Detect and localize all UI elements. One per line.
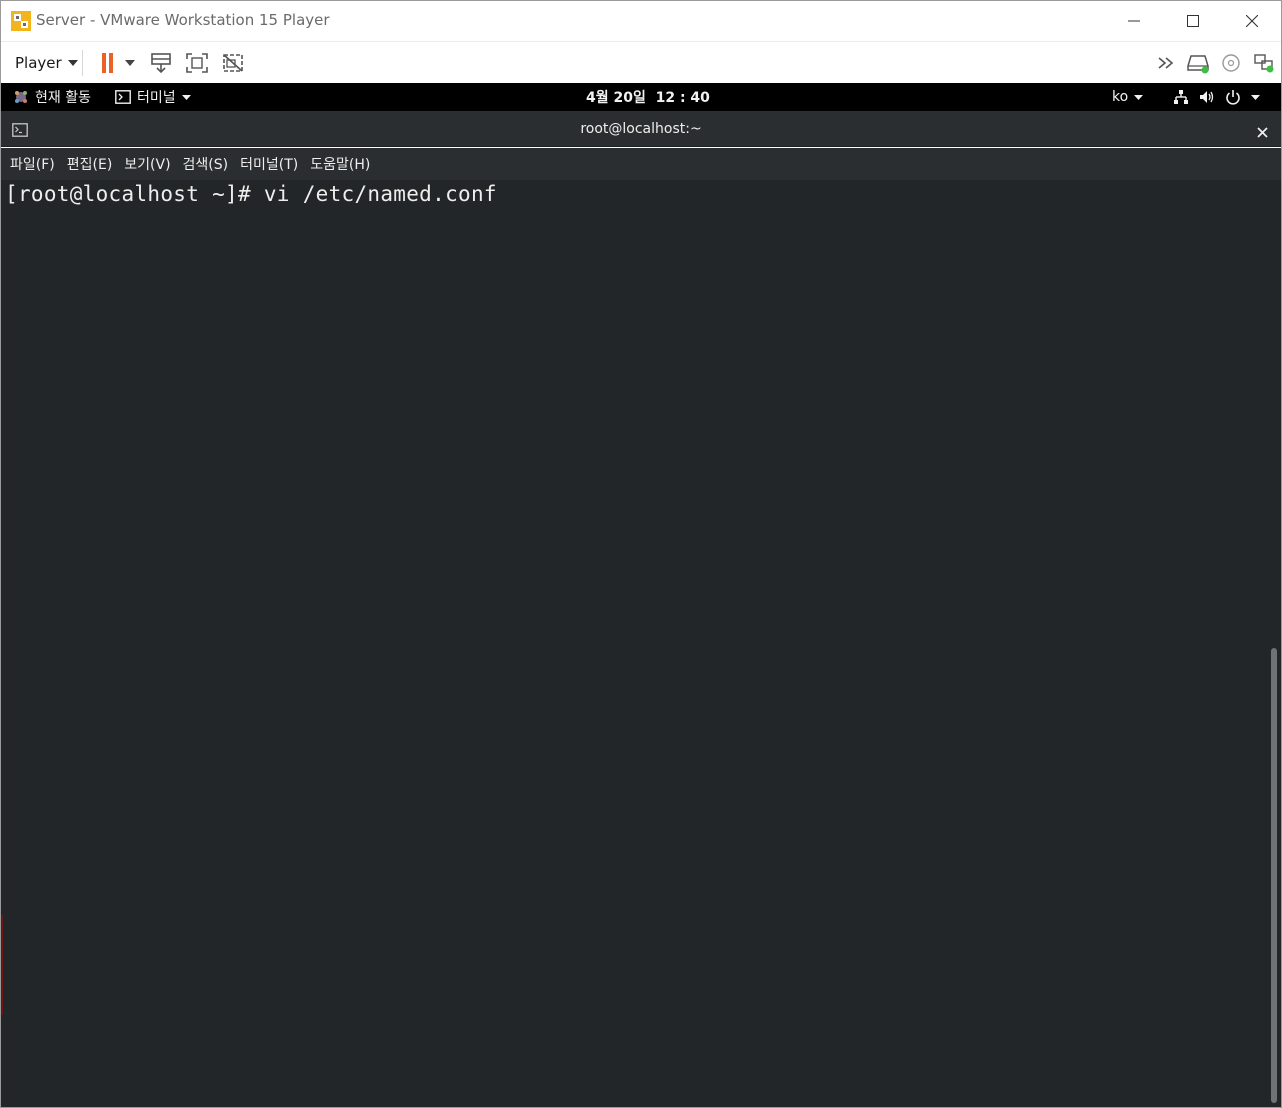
scrollbar-thumb[interactable] (1271, 648, 1277, 1103)
minimize-icon (1128, 20, 1140, 22)
chevron-down-icon (1251, 94, 1260, 100)
activities-label: 현재 활동 (35, 90, 91, 106)
menu-terminal[interactable]: 터미널(T) (237, 150, 306, 178)
menu-view[interactable]: 보기(V) (121, 150, 178, 178)
pause-button[interactable] (93, 50, 121, 76)
chevron-down-icon (125, 60, 135, 66)
clock-label: 4월 20일 12 : 40 (586, 90, 710, 106)
toolbar-separator (82, 50, 83, 76)
network-wired-icon (1174, 90, 1188, 104)
power-icon (1226, 90, 1240, 105)
send-ctrl-alt-del-icon (151, 53, 171, 74)
cd-dvd-button[interactable] (1217, 50, 1245, 76)
unity-icon (223, 54, 243, 72)
hard-disk-icon (1187, 55, 1209, 74)
terminal-header-bar: root@localhost:~ (1, 111, 1281, 147)
terminal-scrollbar[interactable] (1267, 180, 1281, 1107)
vmware-toolbar: Player (1, 41, 1281, 83)
chevron-down-icon (67, 60, 78, 66)
app-menu-label: 터미널 (137, 90, 176, 106)
cd-dvd-icon (1222, 54, 1240, 72)
maximize-icon (1187, 15, 1199, 27)
chevron-down-icon (181, 94, 191, 100)
volume-icon (1200, 91, 1214, 103)
fullscreen-icon (186, 53, 208, 73)
activities-button[interactable]: 현재 활동 (13, 83, 91, 111)
player-label: Player (15, 54, 62, 72)
close-icon (1257, 127, 1268, 138)
power-options-dropdown[interactable] (119, 50, 141, 76)
terminal-menu-bar: 파일(F) 편집(E) 보기(V) 검색(S) 터미널(T) 도움말(H) (1, 148, 1281, 180)
input-method-menu[interactable]: ko (1112, 83, 1144, 111)
gnome-foot-icon (15, 91, 27, 103)
close-button[interactable] (1223, 1, 1281, 41)
system-menu[interactable] (1173, 83, 1260, 111)
close-icon (1246, 15, 1258, 27)
window-edge-highlight (1, 915, 3, 1015)
menu-file[interactable]: 파일(F) (7, 150, 63, 178)
maximize-button[interactable] (1164, 1, 1222, 41)
menu-search[interactable]: 검색(S) (180, 150, 237, 178)
fullscreen-button[interactable] (183, 50, 211, 76)
gnome-top-bar: 현재 활동 터미널 4월 20일 12 : 40 ko (1, 83, 1281, 111)
title-bar: Server - VMware Workstation 15 Player (1, 1, 1281, 41)
network-adapter-button[interactable] (1250, 50, 1278, 76)
hard-disk-button[interactable] (1184, 50, 1212, 76)
input-method-label: ko (1112, 89, 1129, 105)
window-title: Server - VMware Workstation 15 Player (36, 11, 330, 29)
vmware-logo-icon (10, 10, 32, 32)
app-menu-button[interactable]: 터미널 (115, 83, 191, 111)
menu-edit[interactable]: 편집(E) (64, 150, 121, 178)
minimize-button[interactable] (1105, 1, 1163, 41)
clock[interactable]: 4월 20일 12 : 40 (586, 83, 710, 111)
unity-button[interactable] (219, 50, 247, 76)
more-devices-button[interactable] (1154, 50, 1182, 76)
terminal-title: root@localhost:~ (580, 121, 702, 137)
terminal-command-line: [root@localhost ~]# vi /etc/named.conf (5, 182, 497, 206)
menu-help[interactable]: 도움말(H) (307, 150, 378, 178)
pause-icon (102, 53, 113, 73)
vmware-window: Server - VMware Workstation 15 Player Pl… (0, 0, 1282, 1108)
player-menu-button[interactable]: Player (9, 50, 84, 76)
chevron-down-icon (1134, 94, 1144, 100)
terminal-output[interactable]: [root@localhost ~]# vi /etc/named.conf (1, 180, 1281, 1107)
terminal-close-button[interactable] (1257, 123, 1268, 142)
send-ctrl-alt-del-button[interactable] (147, 50, 175, 76)
more-icon (1158, 57, 1174, 69)
terminal-icon (115, 90, 131, 104)
network-adapter-icon (1254, 54, 1274, 73)
